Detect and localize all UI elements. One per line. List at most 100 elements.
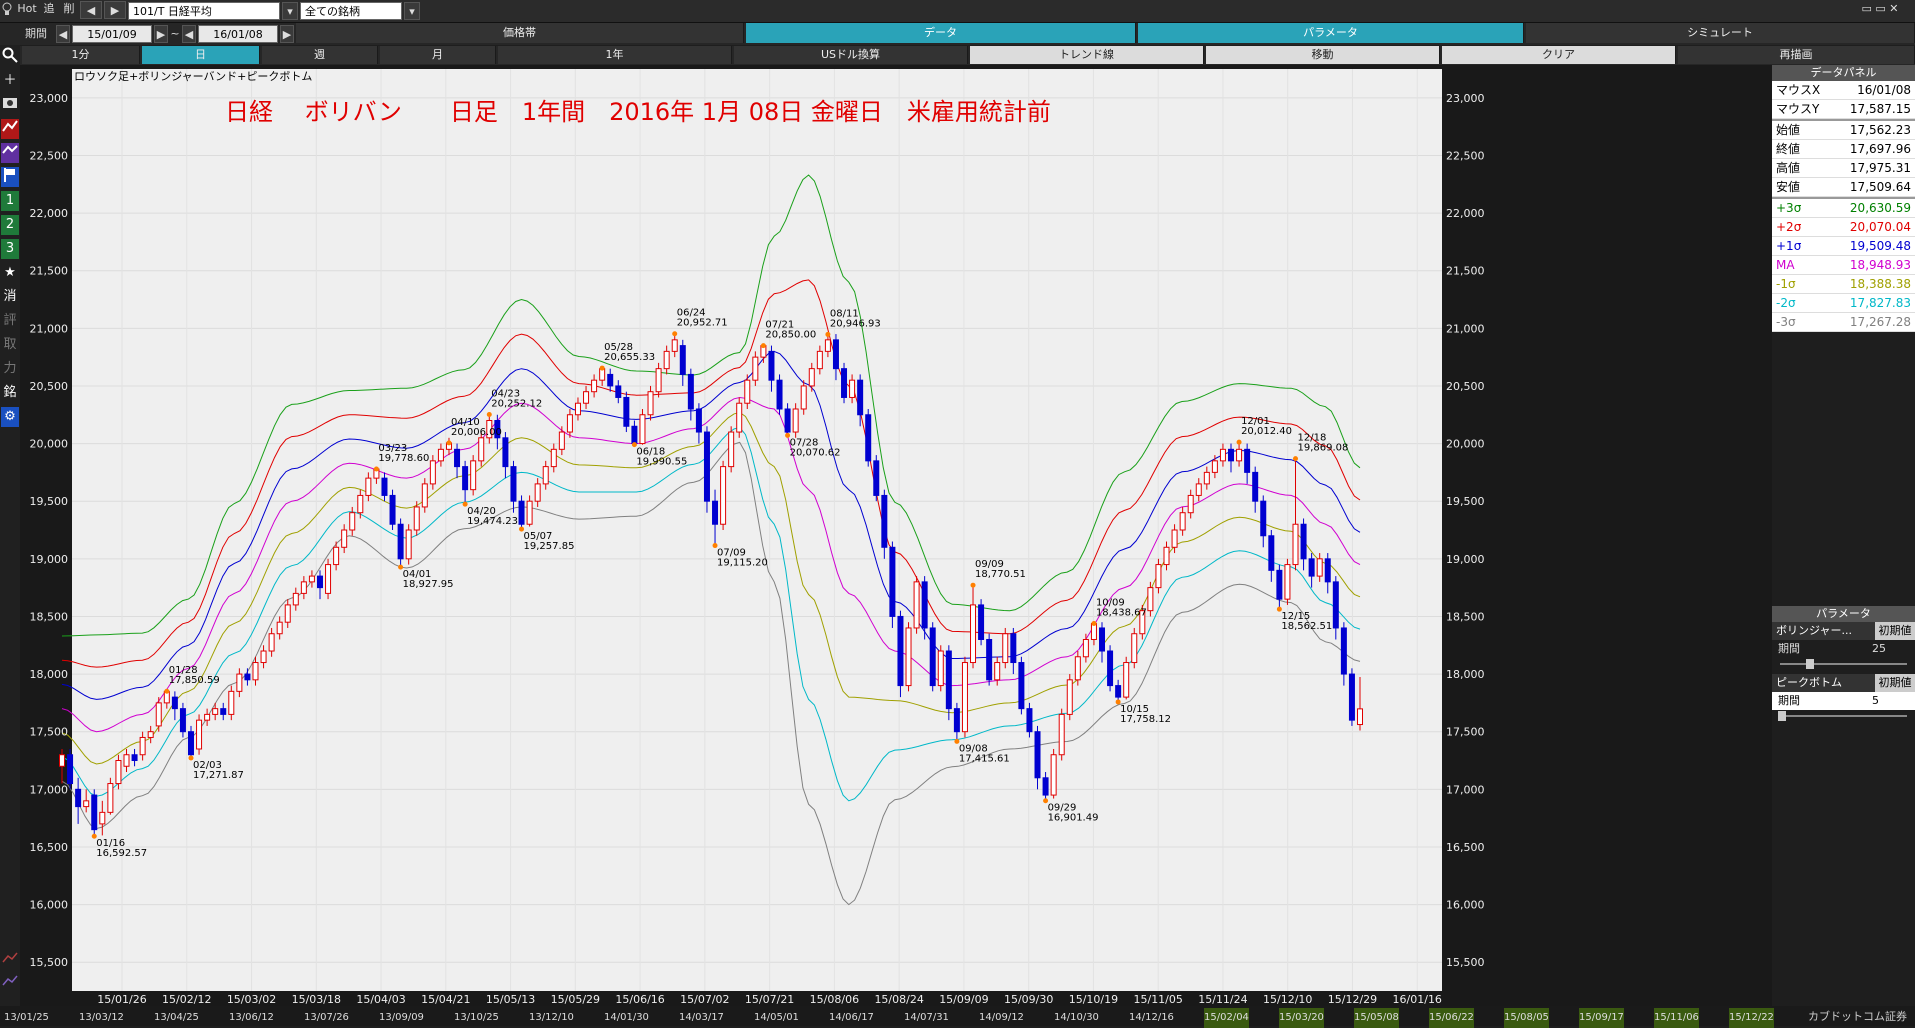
period-1year[interactable]: 1年 xyxy=(498,46,732,64)
delete-button[interactable]: 削 xyxy=(60,0,78,18)
candle-body xyxy=(381,477,388,496)
candle-body xyxy=(615,385,622,398)
period-day[interactable]: 日 xyxy=(142,46,260,64)
flag-icon[interactable] xyxy=(1,167,19,187)
bottom-date-label: 13/12/10 xyxy=(529,1012,574,1023)
tab-data[interactable]: データ xyxy=(746,23,1136,43)
date2-prev-icon[interactable]: ◀ xyxy=(182,25,196,43)
data-row: マウスY 17,587.15 xyxy=(1772,100,1915,119)
candle-body xyxy=(1332,581,1339,629)
date-next-icon[interactable]: ▶ xyxy=(154,25,168,43)
candle-body xyxy=(953,708,960,733)
chart-icon[interactable] xyxy=(1,143,19,163)
candle-body xyxy=(123,754,130,767)
camera-icon[interactable] xyxy=(1,95,19,115)
candle-body xyxy=(1284,564,1291,600)
x-tick-label: 15/04/03 xyxy=(356,993,405,1006)
y-tick-label: 16,000 xyxy=(30,899,69,912)
tab-price-band[interactable]: 価格帯 xyxy=(296,23,744,43)
universe-dropdown-icon[interactable]: ▾ xyxy=(404,2,420,20)
bottom-date-bar[interactable]: 13/01/25 13/03/12 13/04/25 13/06/12 13/07/26… xyxy=(0,1006,1915,1028)
y-tick-label: 20,000 xyxy=(30,438,69,451)
period-1min[interactable]: 1分 xyxy=(22,46,140,64)
tab-parameter[interactable]: パラメータ xyxy=(1138,23,1524,43)
period-week[interactable]: 週 xyxy=(262,46,378,64)
add-button[interactable]: 追 xyxy=(40,0,58,18)
candle-body xyxy=(341,529,348,548)
candle-body xyxy=(566,414,573,433)
erase-button[interactable]: 消 xyxy=(1,287,19,307)
universe-select[interactable]: 全ての銘柄 xyxy=(300,2,402,20)
candle-body xyxy=(1316,558,1323,577)
candle-body xyxy=(1228,448,1235,462)
candle-body xyxy=(220,708,227,715)
peak-reset-button[interactable]: 初期値 xyxy=(1875,674,1915,692)
candlestick-chart[interactable]: 01/1616,592.5701/2817,850.5902/0317,271.… xyxy=(20,65,1772,1006)
slot-2-button[interactable]: 2 xyxy=(1,215,19,235)
peak-marker xyxy=(1091,620,1097,626)
next-arrow-icon[interactable]: ▶ xyxy=(104,1,126,19)
gear-icon[interactable]: ⚙ xyxy=(1,407,19,427)
x-tick-label: 15/07/21 xyxy=(745,993,794,1006)
window-controls[interactable]: ▭ ▭ ✕ xyxy=(1850,0,1910,18)
move-button[interactable]: 移動 xyxy=(1206,46,1440,64)
candle-body xyxy=(1308,558,1315,577)
stock-button[interactable]: 銘 xyxy=(1,383,19,403)
candle-body xyxy=(639,414,646,445)
candle-body xyxy=(1034,731,1041,779)
candle-body xyxy=(679,345,686,375)
tab-simulate[interactable]: シミュレート xyxy=(1526,23,1915,43)
date2-next-icon[interactable]: ▶ xyxy=(280,25,294,43)
peak-value-label: 19,869.08 xyxy=(1298,443,1349,454)
candle-body xyxy=(1107,650,1114,687)
line-chart-icon[interactable] xyxy=(1,119,19,139)
usd-convert-button[interactable]: USドル換算 xyxy=(734,46,968,64)
date-from-field[interactable]: 15/01/09 xyxy=(72,25,152,43)
trend-line-button[interactable]: トレンド線 xyxy=(970,46,1204,64)
candle-body xyxy=(107,783,114,813)
clear-button[interactable]: クリア xyxy=(1442,46,1676,64)
candle-body xyxy=(695,408,702,433)
date-to-field[interactable]: 16/01/08 xyxy=(198,25,278,43)
data-key: +2σ xyxy=(1776,220,1802,234)
candle-body xyxy=(91,794,98,831)
favorite-button[interactable]: ★ xyxy=(1,263,19,283)
candle-body xyxy=(212,708,219,715)
chart-caption: 日経 ボリバン 日足 1年間 2016年 1月 08日 金曜日 米雇用統計前 xyxy=(225,98,1051,126)
peak-value-label: 19,257.85 xyxy=(524,541,575,552)
data-value: 20,070.04 xyxy=(1849,220,1911,234)
candle-body xyxy=(776,379,783,410)
plus-icon[interactable]: ＋ xyxy=(1,71,19,91)
bottom-date-label: 13/09/09 xyxy=(379,1012,424,1023)
candle-body xyxy=(308,575,315,583)
period-month[interactable]: 月 xyxy=(380,46,496,64)
bollinger-reset-button[interactable]: 初期値 xyxy=(1875,622,1915,640)
mini-chart-icon-1[interactable] xyxy=(1,950,19,970)
candle-body xyxy=(978,604,985,640)
y-tick-label: 22,000 xyxy=(30,207,69,220)
candle-body xyxy=(228,690,235,715)
hot-button[interactable]: Hot xyxy=(16,0,38,18)
symbol-field[interactable]: 101/T 日経平均 xyxy=(128,2,280,20)
search-icon[interactable] xyxy=(1,47,19,67)
bottom-date-label: 15/06/22 xyxy=(1429,1008,1474,1028)
candle-body xyxy=(534,483,541,502)
review-button[interactable]: 評 xyxy=(1,311,19,331)
peak-slider[interactable] xyxy=(1772,710,1915,722)
candle-body xyxy=(83,800,90,808)
symbol-dropdown-icon[interactable]: ▾ xyxy=(282,2,298,20)
peak-value-label: 17,758.12 xyxy=(1120,714,1171,725)
redraw-button[interactable]: 再描画 xyxy=(1678,46,1915,64)
power-button[interactable]: 力 xyxy=(1,359,19,379)
peak-value-label: 17,415.61 xyxy=(959,753,1010,764)
prev-arrow-icon[interactable]: ◀ xyxy=(80,1,102,19)
candle-body xyxy=(462,466,469,491)
mini-chart-icon-2[interactable] xyxy=(1,974,19,994)
slot-1-button[interactable]: 1 xyxy=(1,191,19,211)
date-prev-icon[interactable]: ◀ xyxy=(56,25,70,43)
data-value: 17,975.31 xyxy=(1849,161,1911,175)
bollinger-slider[interactable] xyxy=(1772,658,1915,670)
bulb-icon[interactable] xyxy=(0,0,14,18)
slot-3-button[interactable]: 3 xyxy=(1,239,19,259)
trade-button[interactable]: 取 xyxy=(1,335,19,355)
